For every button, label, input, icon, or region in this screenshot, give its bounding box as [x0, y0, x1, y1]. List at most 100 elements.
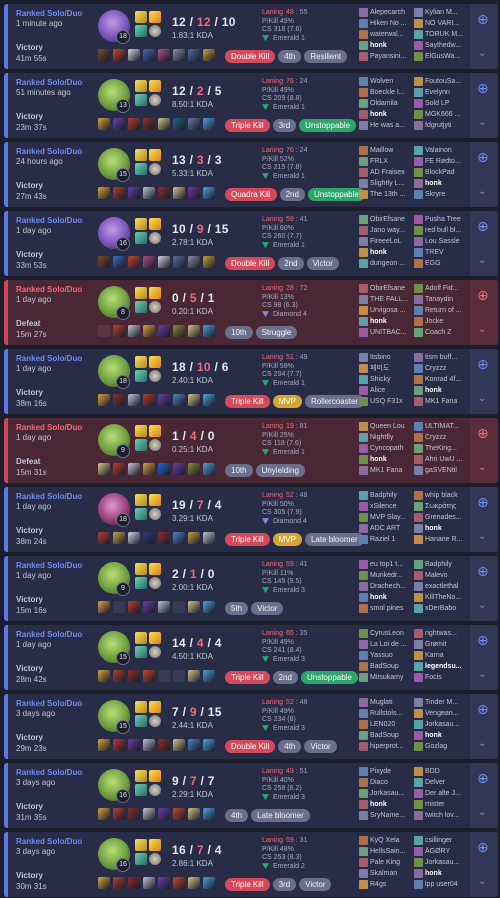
item-slot-icon[interactable]: [143, 256, 155, 268]
player-entry[interactable]: honk: [359, 799, 415, 810]
player-entry[interactable]: Wolven: [359, 76, 415, 87]
item-slot-icon[interactable]: [173, 394, 185, 406]
summoner-spell-icon[interactable]: [135, 701, 147, 713]
match-card[interactable]: Ranked Solo/Duo 1 day ago Victory 38m 24s 18…: [4, 487, 498, 552]
match-card[interactable]: Ranked Solo/Duo 3 days ago Victory 30m 31s 1…: [4, 832, 498, 897]
secondary-rune-icon[interactable]: [149, 439, 161, 451]
achievement-badge[interactable]: 10th: [225, 464, 253, 477]
keystone-rune-icon[interactable]: [135, 232, 147, 244]
expand-chevron-icon[interactable]: ⌄: [478, 186, 486, 197]
player-entry[interactable]: Malevo: [414, 570, 470, 581]
item-slot-icon[interactable]: [203, 601, 215, 613]
item-slot-icon[interactable]: [203, 739, 215, 751]
keystone-rune-icon[interactable]: [135, 784, 147, 796]
item-slot-icon[interactable]: [98, 670, 110, 682]
player-entry[interactable]: Alice: [359, 385, 415, 396]
achievement-badge[interactable]: Unstoppable: [307, 188, 365, 201]
item-slot-icon[interactable]: [203, 670, 215, 682]
achievement-badge[interactable]: Victor: [306, 257, 339, 270]
summoner-spell-icon[interactable]: [135, 563, 147, 575]
summoner-spell-icon[interactable]: [135, 770, 147, 782]
achievement-badge[interactable]: Victor: [304, 740, 337, 753]
item-slot-icon[interactable]: [203, 187, 215, 199]
add-action-icon[interactable]: ⊕: [477, 81, 489, 95]
item-slot-icon[interactable]: [188, 601, 200, 613]
achievement-badge[interactable]: Triple Kill: [225, 395, 270, 408]
item-slot-icon[interactable]: [113, 394, 125, 406]
add-action-icon[interactable]: ⊕: [477, 564, 489, 578]
match-card[interactable]: Ranked Solo/Duo 1 day ago Victory 15m 16s 9 2…: [4, 556, 498, 621]
expand-chevron-icon[interactable]: ⌄: [478, 255, 486, 266]
add-action-icon[interactable]: ⊕: [477, 12, 489, 26]
player-entry[interactable]: EGG: [414, 258, 470, 269]
player-entry[interactable]: honk: [359, 109, 415, 120]
summoner-spell-icon[interactable]: [135, 11, 147, 23]
summoner-spell-icon[interactable]: [149, 425, 161, 437]
empty-item-slot[interactable]: [173, 601, 185, 613]
summoner-spell-icon[interactable]: [135, 80, 147, 92]
player-entry[interactable]: KyQ Xela: [359, 835, 415, 846]
add-action-icon[interactable]: ⊕: [477, 150, 489, 164]
expand-chevron-icon[interactable]: ⌄: [478, 531, 486, 542]
player-entry[interactable]: TREV: [414, 247, 470, 258]
player-entry[interactable]: Munkedr...: [359, 570, 415, 581]
item-slot-icon[interactable]: [188, 325, 200, 337]
player-entry[interactable]: Jano way...: [359, 225, 415, 236]
player-entry[interactable]: Payansini...: [359, 51, 415, 62]
player-entry[interactable]: waterwal...: [359, 29, 415, 40]
keystone-rune-icon[interactable]: [135, 577, 147, 589]
item-slot-icon[interactable]: [98, 739, 110, 751]
secondary-rune-icon[interactable]: [149, 301, 161, 313]
empty-item-slot[interactable]: [173, 670, 185, 682]
player-entry[interactable]: Ahri UwU ...: [414, 454, 470, 465]
achievement-badge[interactable]: Rollercoaster: [304, 395, 365, 408]
achievement-badge[interactable]: MVP: [272, 395, 302, 408]
item-slot-icon[interactable]: [188, 187, 200, 199]
player-entry[interactable]: Nightfly: [359, 432, 415, 443]
player-entry[interactable]: Diaco: [359, 777, 415, 788]
player-entry[interactable]: BlockPad: [414, 167, 470, 178]
player-entry[interactable]: Hanane R...: [414, 534, 470, 545]
add-action-icon[interactable]: ⊕: [477, 426, 489, 440]
item-slot-icon[interactable]: [173, 739, 185, 751]
item-slot-icon[interactable]: [188, 739, 200, 751]
item-slot-icon[interactable]: [113, 670, 125, 682]
item-slot-icon[interactable]: [173, 877, 185, 889]
add-action-icon[interactable]: ⊕: [477, 219, 489, 233]
item-slot-icon[interactable]: [158, 877, 170, 889]
summoner-spell-icon[interactable]: [149, 632, 161, 644]
achievement-badge[interactable]: Triple Kill: [225, 878, 270, 891]
player-entry[interactable]: Badphily: [359, 490, 415, 501]
player-entry[interactable]: FRLX: [359, 156, 415, 167]
summoner-spell-icon[interactable]: [149, 287, 161, 299]
player-entry[interactable]: KillTheNo...: [414, 592, 470, 603]
player-entry[interactable]: Yassuo: [359, 650, 415, 661]
player-entry[interactable]: CyrusLeon: [359, 628, 415, 639]
player-entry[interactable]: whip black: [414, 490, 470, 501]
item-slot-icon[interactable]: [98, 187, 110, 199]
player-entry[interactable]: csillinger: [414, 835, 470, 846]
secondary-rune-icon[interactable]: [149, 370, 161, 382]
player-entry[interactable]: Karna: [414, 650, 470, 661]
player-entry[interactable]: Grømit: [414, 639, 470, 650]
item-slot-icon[interactable]: [98, 256, 110, 268]
player-entry[interactable]: honk: [414, 730, 470, 741]
achievement-badge[interactable]: Late bloomer: [251, 809, 310, 822]
item-slot-icon[interactable]: [128, 49, 140, 61]
secondary-rune-icon[interactable]: [149, 715, 161, 727]
player-entry[interactable]: honk: [359, 592, 415, 603]
summoner-spell-icon[interactable]: [149, 11, 161, 23]
player-entry[interactable]: tism buff...: [414, 352, 470, 363]
player-entry[interactable]: Jorkasau...: [359, 788, 415, 799]
player-entry[interactable]: lpp user04: [414, 879, 470, 890]
player-entry[interactable]: honk: [359, 247, 415, 258]
player-entry[interactable]: dungeon ...: [359, 258, 415, 269]
keystone-rune-icon[interactable]: [135, 370, 147, 382]
item-slot-icon[interactable]: [128, 532, 140, 544]
achievement-badge[interactable]: Late bloomer: [304, 533, 364, 546]
achievement-badge[interactable]: Double Kill: [225, 740, 276, 753]
player-entry[interactable]: exactlethal: [414, 581, 470, 592]
summoner-spell-icon[interactable]: [135, 218, 147, 230]
player-entry[interactable]: ElGusWa...: [414, 51, 470, 62]
achievement-badge[interactable]: Victor: [299, 878, 332, 891]
